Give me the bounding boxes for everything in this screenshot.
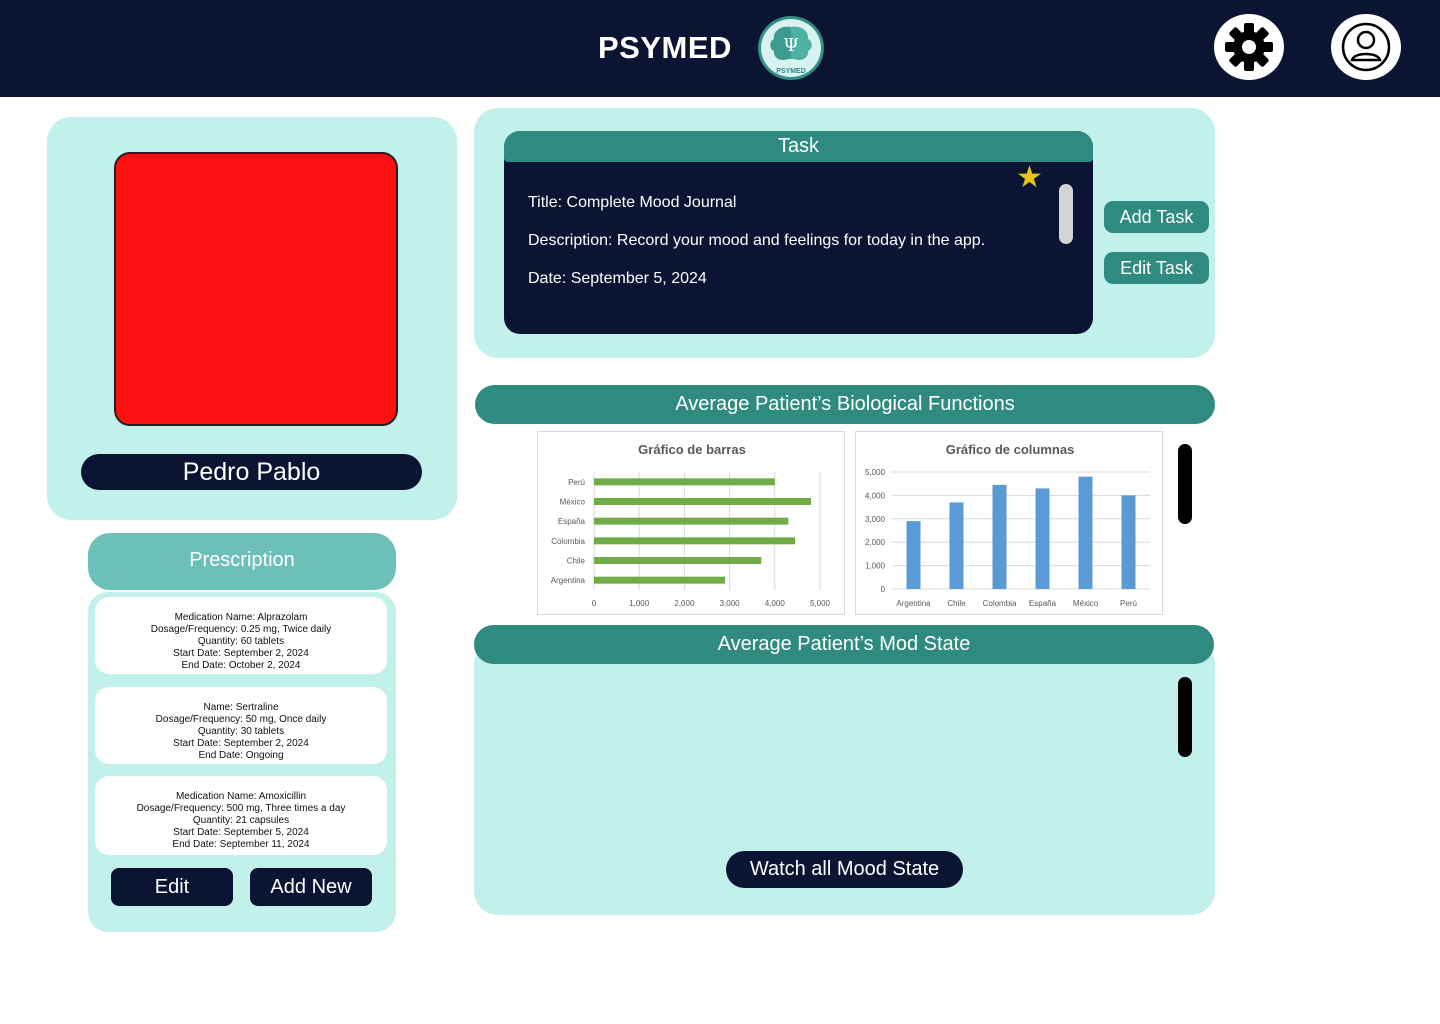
mood-state-header: Average Patient’s Mod State: [474, 625, 1214, 664]
bar-x-tick-label: 2,000: [674, 599, 695, 608]
bar-mark: [594, 557, 762, 564]
bar-category-label: México: [560, 498, 586, 507]
column-mark: [949, 502, 964, 589]
column-y-tick-label: 3,000: [865, 515, 886, 524]
bar-category-label: Perú: [568, 478, 585, 487]
bar-mark: [594, 517, 789, 525]
rx-quantity: Quantity: 60 tablets: [197, 636, 285, 647]
bar-category-label: Chile: [567, 557, 586, 566]
top-bar: PSYMED Ψ PSYMED: [0, 0, 1440, 97]
column-chart: Gráfico de columnas 0 1,000 2,000 3,000 4,00…: [855, 431, 1163, 615]
rx-dosage: Dosage/Frequency: 50 mg, Once daily: [155, 714, 327, 725]
task-header: Task: [504, 131, 1093, 162]
rx-end-date: End Date: October 2, 2024: [181, 660, 301, 671]
column-y-tick-label: 1,000: [865, 562, 886, 571]
bar-x-tick-label: 5,000: [810, 599, 831, 608]
column-chart-title: Gráfico de columnas: [946, 442, 1075, 457]
column-mark: [1035, 488, 1050, 589]
add-prescription-button[interactable]: Add New: [250, 868, 372, 906]
column-mark: [1121, 495, 1136, 589]
rx-end-date: End Date: September 11, 2024: [172, 839, 310, 850]
prescription-list: Medication Name: Alprazolam Dosage/Frequ…: [88, 592, 396, 932]
rx-start-date: Start Date: September 2, 2024: [173, 738, 309, 749]
bar-chart-title: Gráfico de barras: [638, 442, 746, 457]
task-panel: Task ★ Title: Complete Mood Journal Desc…: [504, 131, 1093, 334]
rx-start-date: Start Date: September 2, 2024: [173, 648, 309, 659]
rx-name: Medication Name: Alprazolam: [174, 612, 308, 623]
rx-name: Name: Sertraline: [203, 702, 279, 713]
column-category-label: Chile: [947, 599, 966, 608]
patient-name: Pedro Pablo: [81, 454, 422, 490]
edit-prescription-button[interactable]: Edit: [111, 868, 233, 906]
task-title: Title: Complete Mood Journal: [528, 194, 737, 211]
brain-logo-icon: Ψ PSYMED: [758, 16, 824, 80]
column-category-label: Argentina: [896, 599, 931, 608]
rx-dosage: Dosage/Frequency: 0.25 mg, Twice daily: [150, 624, 332, 635]
rx-end-date: End Date: Ongoing: [198, 750, 284, 761]
task-description: Description: Record your mood and feelin…: [528, 232, 986, 249]
user-avatar-icon: [1341, 22, 1391, 72]
column-mark: [906, 521, 921, 589]
settings-button[interactable]: [1214, 14, 1284, 80]
rx-dosage: Dosage/Frequency: 500 mg, Three times a …: [136, 803, 346, 814]
bar-x-tick-label: 1,000: [629, 599, 650, 608]
add-task-button[interactable]: Add Task: [1104, 201, 1209, 233]
column-mark: [992, 484, 1007, 589]
rx-quantity: Quantity: 21 capsules: [192, 815, 290, 826]
column-category-label: España: [1029, 599, 1057, 608]
task-date: Date: September 5, 2024: [528, 270, 707, 287]
prescription-item[interactable]: Medication Name: Alprazolam Dosage/Frequ…: [95, 597, 387, 674]
gear-icon: [1225, 23, 1273, 71]
column-y-tick-label: 0: [881, 585, 886, 594]
column-mark: [1078, 476, 1093, 589]
column-y-tick-label: 2,000: [865, 538, 886, 547]
column-chart-svg: Gráfico de columnas 0 1,000 2,000 3,000 4,00…: [865, 442, 1150, 608]
profile-button[interactable]: [1331, 14, 1401, 80]
bio-scrollbar[interactable]: [1178, 444, 1192, 524]
bio-functions-header: Average Patient’s Biological Functions: [475, 385, 1215, 424]
column-y-tick-label: 5,000: [865, 468, 886, 477]
psi-glyph: Ψ: [783, 35, 799, 56]
task-scrollbar[interactable]: [1059, 184, 1073, 244]
logo-text: PSYMED: [776, 68, 806, 75]
mood-scrollbar[interactable]: [1178, 677, 1192, 757]
bar-chart-svg: Gráfico de barras 0 1,000 2,000 3,000 4,000 5…: [551, 442, 831, 608]
rx-quantity: Quantity: 30 tablets: [197, 726, 285, 737]
column-category-label: Perú: [1120, 599, 1137, 608]
watch-mood-button[interactable]: Watch all Mood State: [726, 851, 963, 888]
prescription-item[interactable]: Name: Sertraline Dosage/Frequency: 50 mg…: [95, 687, 387, 764]
bar-mark: [594, 576, 726, 584]
bar-x-tick-label: 0: [592, 599, 597, 608]
bar-x-tick-label: 4,000: [765, 599, 786, 608]
bar-mark: [594, 478, 775, 486]
bar-category-label: Colombia: [551, 537, 585, 546]
rx-name: Medication Name: Amoxicillin: [175, 791, 307, 802]
column-category-label: Colombia: [983, 599, 1017, 608]
bar-category-label: Argentina: [551, 576, 586, 585]
star-icon[interactable]: ★: [1016, 163, 1043, 193]
bar-mark: [594, 498, 811, 505]
bar-mark: [594, 537, 796, 545]
prescription-header: Prescription: [88, 533, 396, 590]
bar-chart: Gráfico de barras 0 1,000 2,000 3,000 4,000 5…: [537, 431, 845, 615]
prescription-item[interactable]: Medication Name: Amoxicillin Dosage/Freq…: [95, 776, 387, 855]
column-y-tick-label: 4,000: [865, 491, 886, 500]
column-category-label: México: [1073, 599, 1099, 608]
rx-start-date: Start Date: September 5, 2024: [173, 827, 309, 838]
brand-title: PSYMED: [598, 30, 732, 65]
patient-photo: [114, 152, 398, 426]
patient-profile-card: Pedro Pablo: [47, 117, 457, 520]
bar-x-tick-label: 3,000: [720, 599, 741, 608]
task-card: Task ★ Title: Complete Mood Journal Desc…: [474, 108, 1215, 358]
edit-task-button[interactable]: Edit Task: [1104, 252, 1209, 284]
bar-category-label: España: [558, 517, 586, 526]
